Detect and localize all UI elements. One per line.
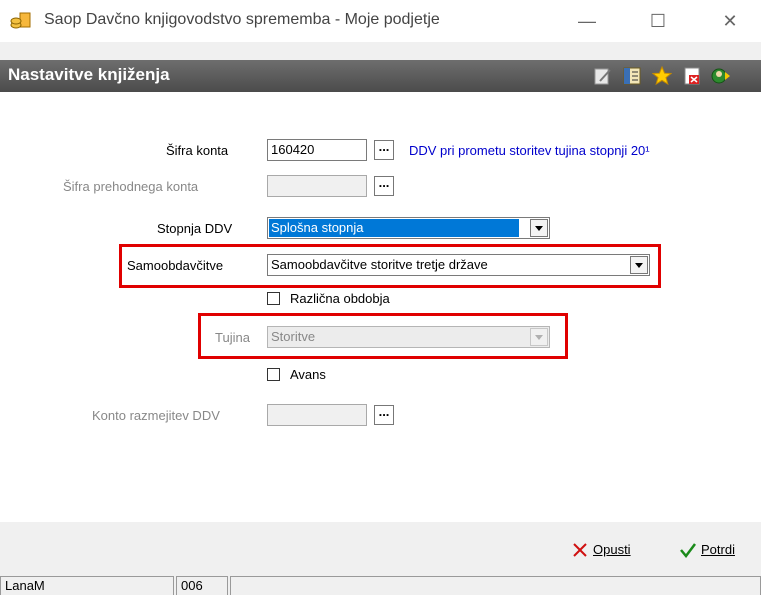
foreign-select: Storitve <box>267 326 550 348</box>
account-code-label: Šifra konta <box>166 143 229 158</box>
transit-account-label: Šifra prehodnega konta <box>63 179 199 194</box>
foreign-dropdown-button <box>530 328 548 346</box>
chevron-down-icon <box>635 263 643 268</box>
advance-label: Avans <box>290 367 326 382</box>
close-button[interactable]: ✕ <box>710 6 750 36</box>
status-info <box>230 576 761 595</box>
account-code-input[interactable]: 160420 <box>267 139 367 161</box>
chevron-down-icon <box>535 226 543 231</box>
delete-icon[interactable] <box>682 66 702 86</box>
vat-rate-label: Stopnja DDV <box>157 221 233 236</box>
transit-account-input <box>267 175 367 197</box>
list-icon[interactable] <box>622 66 642 86</box>
cancel-x-icon <box>573 543 587 557</box>
section-header: Nastavitve knjiženja <box>0 60 761 92</box>
status-user: LanaM <box>0 576 174 595</box>
section-title: Nastavitve knjiženja <box>8 65 170 84</box>
checkmark-icon <box>680 543 696 558</box>
cancel-label: Opusti <box>593 542 631 557</box>
self-taxation-label: Samoobdavčitve <box>127 258 224 273</box>
window-title: Saop Davčno knjigovodstvo sprememba - Mo… <box>44 11 440 28</box>
edit-icon[interactable] <box>593 66 613 86</box>
account-description: DDV pri prometu storitev tujina stopnji … <box>409 143 650 158</box>
window-title-bar: Saop Davčno knjigovodstvo sprememba - Mo… <box>0 0 761 42</box>
foreign-value: Storitve <box>271 329 316 344</box>
star-icon[interactable] <box>652 66 672 86</box>
minimize-button[interactable]: — <box>567 6 607 36</box>
settings-form: Šifra konta 160420 ... DDV pri prometu s… <box>0 92 761 522</box>
chevron-down-icon <box>535 335 543 340</box>
confirm-label: Potrdi <box>701 542 735 557</box>
vat-deferral-account-lookup-button[interactable]: ... <box>374 405 394 425</box>
account-code-lookup-button[interactable]: ... <box>374 140 394 160</box>
app-coins-icon <box>10 12 31 29</box>
status-bar: LanaM 006 <box>0 574 761 595</box>
vat-rate-dropdown-button[interactable] <box>530 219 548 237</box>
different-periods-label: Različna obdobja <box>290 291 390 306</box>
vat-deferral-account-label: Konto razmejitev DDV <box>92 408 220 423</box>
maximize-button[interactable]: ☐ <box>638 6 678 36</box>
transit-account-lookup-button[interactable]: ... <box>374 176 394 196</box>
vat-rate-select[interactable]: Splošna stopnja <box>267 217 550 239</box>
user-icon[interactable] <box>710 66 730 86</box>
self-taxation-dropdown-button[interactable] <box>630 256 648 274</box>
foreign-label: Tujina <box>215 330 250 345</box>
vat-rate-value: Splošna stopnja <box>271 220 364 235</box>
vat-deferral-account-input <box>267 404 367 426</box>
status-code: 006 <box>176 576 228 595</box>
self-taxation-select[interactable]: Samoobdavčitve storitve tretje države <box>267 254 650 276</box>
different-periods-checkbox[interactable] <box>267 292 280 305</box>
advance-checkbox[interactable] <box>267 368 280 381</box>
self-taxation-value: Samoobdavčitve storitve tretje države <box>271 257 488 272</box>
